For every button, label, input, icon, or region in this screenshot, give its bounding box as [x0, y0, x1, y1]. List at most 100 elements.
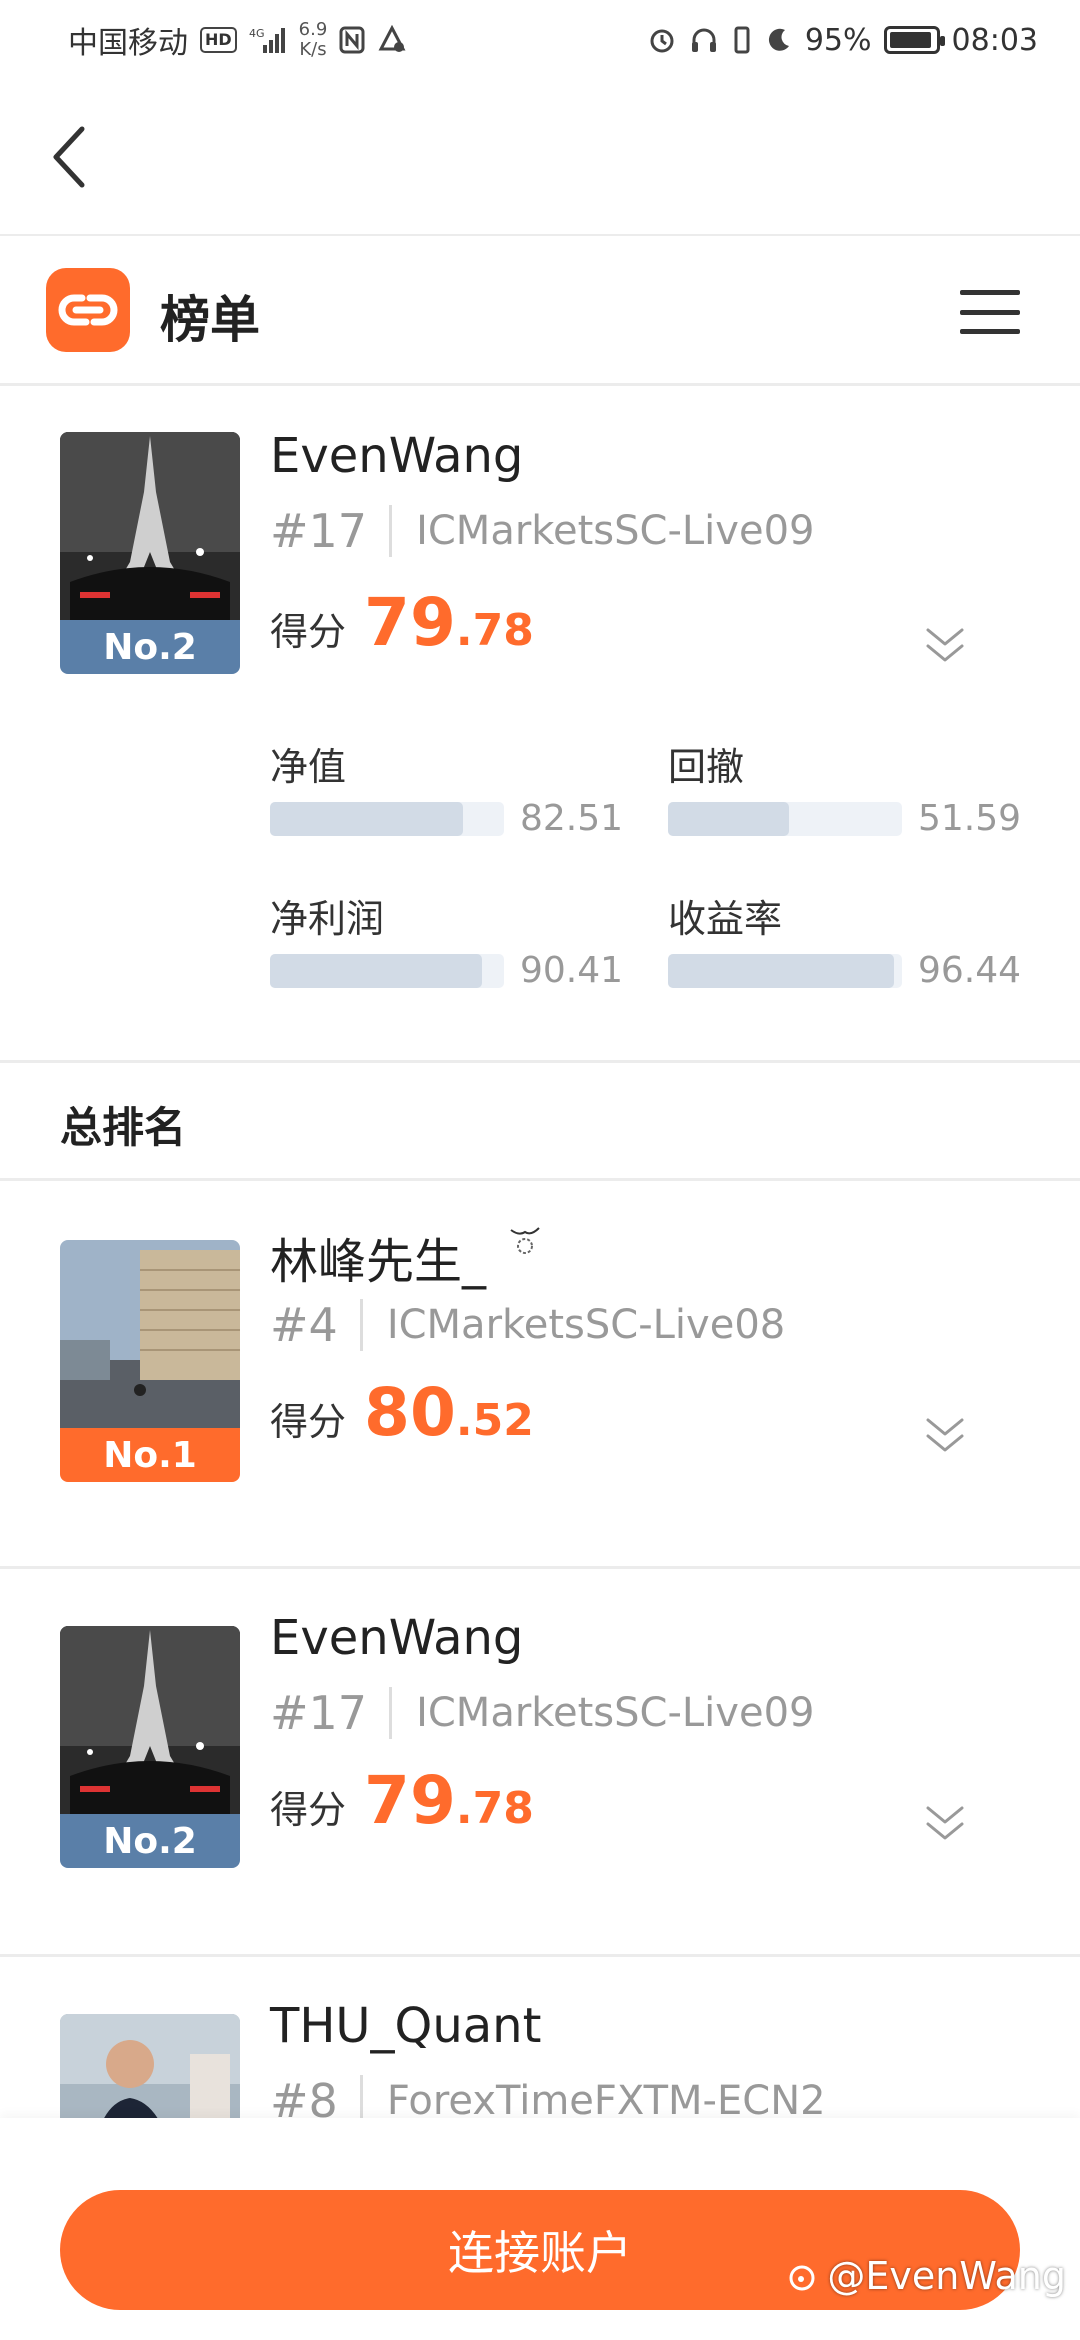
score-integer: 79 — [364, 1762, 456, 1839]
trader-rank: #8 — [270, 2074, 338, 2118]
divider — [0, 1954, 1080, 1957]
menu-button[interactable] — [960, 290, 1020, 334]
do-not-disturb-moon-icon — [765, 26, 793, 54]
metric-bar — [668, 801, 902, 836]
metric-bar — [270, 801, 504, 836]
meta-divider — [389, 1687, 393, 1739]
carrier-name: 中国移动 — [68, 26, 188, 61]
metric-drawdown: 回撤 51.59 — [668, 736, 1021, 839]
battery-icon — [883, 26, 945, 54]
metric-value: 96.44 — [918, 950, 1022, 991]
metric-return-rate: 收益率 96.44 — [668, 888, 1021, 991]
clock: 08:03 — [951, 22, 1038, 58]
metric-label: 收益率 — [668, 897, 783, 941]
rank-badge: No.2 — [60, 1814, 240, 1868]
trader-name-text: 林峰先生_ — [270, 1234, 487, 1290]
back-button[interactable] — [40, 122, 100, 192]
score-decimal: .78 — [455, 1783, 534, 1834]
metric-row: 96.44 — [668, 950, 1021, 991]
featured-entry[interactable]: No.2 EvenWang #17 ICMarketsSC-Live09 得分 … — [0, 388, 1080, 1060]
menu-icon-line — [960, 329, 1020, 334]
trader-name: THU_Quant — [270, 1998, 542, 2054]
bottom-action-area: 连接账户 — [0, 2118, 1080, 2340]
divider — [0, 1178, 1080, 1181]
trader-rank: #17 — [270, 504, 368, 558]
net-speed-value: 6.9 — [298, 19, 328, 40]
metric-bar-fill — [668, 953, 894, 988]
net-speed: 6.9 K/s — [299, 20, 328, 60]
avatar-building-image — [60, 1240, 240, 1428]
metric-value: 51.59 — [918, 798, 1022, 839]
score: 得分 79 .78 — [270, 584, 534, 661]
trader-server: ICMarketsSC-Live09 — [416, 1690, 815, 1736]
trader-server: ForexTimeFXTM-ECN2 — [386, 2078, 826, 2118]
alarm-icon — [647, 25, 677, 55]
status-bar-left: 中国移动 HD 4G 6.9 K/s — [68, 18, 407, 62]
status-bar-right: 95% 08:03 — [647, 23, 1038, 58]
trader-name: EvenWang — [270, 1610, 524, 1666]
chevron-down-icon[interactable] — [920, 622, 970, 668]
metric-net-profit: 净利润 90.41 — [270, 888, 623, 991]
list-item[interactable]: No.1 林峰先生_ #4 ICMarketsSC-Live08 得分 80 .… — [0, 1182, 1080, 1566]
metric-label: 净值 — [270, 745, 347, 789]
nav-bar — [0, 80, 1080, 236]
avatar-eiffel-tower-image — [60, 1626, 240, 1814]
metric-label: 净利润 — [270, 897, 385, 941]
score: 得分 80 .52 — [270, 1374, 534, 1451]
battery-percent: 95% — [804, 22, 872, 58]
metric-bar-fill — [668, 801, 789, 836]
network-type-label: 4G — [249, 27, 265, 40]
metric-row: 90.41 — [270, 950, 623, 991]
divider — [0, 1566, 1080, 1569]
status-bar: 中国移动 HD 4G 6.9 K/s 95% 08:03 — [0, 0, 1080, 80]
avatar: No.2 — [60, 432, 240, 674]
meta-divider — [389, 505, 393, 557]
trader-rank: #17 — [270, 1686, 368, 1740]
trader-meta: #4 ICMarketsSC-Live08 — [270, 1298, 785, 1352]
metric-row: 51.59 — [668, 798, 1021, 839]
header-bar: 榜单 — [0, 238, 1080, 386]
logo-icon — [46, 268, 130, 352]
trader-meta: #8 ForexTimeFXTM-ECN2 — [270, 2074, 826, 2118]
avatar-person-image — [60, 2014, 240, 2118]
score-integer: 79 — [364, 584, 456, 661]
rank-badge: No.2 — [60, 620, 240, 674]
score-decimal: .78 — [455, 605, 534, 656]
list-item[interactable]: No.2 EvenWang #17 ICMarketsSC-Live09 得分 … — [0, 1570, 1080, 1954]
section-title: 总排名 — [60, 1103, 187, 1152]
page-title: 榜单 — [160, 291, 260, 349]
metric-bar — [668, 953, 902, 988]
trader-name: EvenWang — [270, 428, 524, 484]
net-speed-unit: K/s — [299, 39, 327, 60]
list-item[interactable]: THU_Quant #8 ForexTimeFXTM-ECN2 — [0, 1958, 1080, 2118]
avatar: No.2 — [60, 1626, 240, 1868]
meta-divider — [359, 2075, 363, 2118]
sprout-icon — [510, 1227, 540, 1254]
menu-icon-line — [960, 309, 1020, 315]
meta-divider — [359, 1299, 363, 1351]
metric-bar — [270, 953, 504, 988]
chevron-down-icon[interactable] — [920, 1800, 970, 1846]
score-integer: 80 — [364, 1374, 456, 1451]
back-icon — [53, 126, 85, 188]
metric-value: 90.41 — [520, 950, 624, 991]
chevron-down-icon[interactable] — [920, 1412, 970, 1458]
battery-level-fill — [889, 32, 932, 48]
trader-server: ICMarketsSC-Live08 — [386, 1302, 786, 1348]
weibo-logo-icon — [789, 2265, 815, 2291]
rank-badge: No.1 — [60, 1428, 240, 1482]
metric-net-value: 净值 82.51 — [270, 736, 623, 839]
avatar: No.1 — [60, 1240, 240, 1482]
trader-rank: #4 — [270, 1298, 338, 1352]
score-decimal: .52 — [455, 1395, 534, 1446]
trader-name: 林峰先生_ — [270, 1222, 545, 1292]
watermark: @EvenWang — [787, 2254, 1066, 2298]
metric-value: 82.51 — [520, 798, 624, 839]
nfc-icon — [339, 26, 365, 54]
metric-bar-fill — [270, 801, 464, 836]
vibrate-icon — [731, 25, 753, 55]
hd-icon: HD — [200, 27, 237, 53]
divider — [0, 1060, 1080, 1063]
trader-meta: #17 ICMarketsSC-Live09 — [270, 1686, 814, 1740]
score-label: 得分 — [270, 1400, 347, 1444]
